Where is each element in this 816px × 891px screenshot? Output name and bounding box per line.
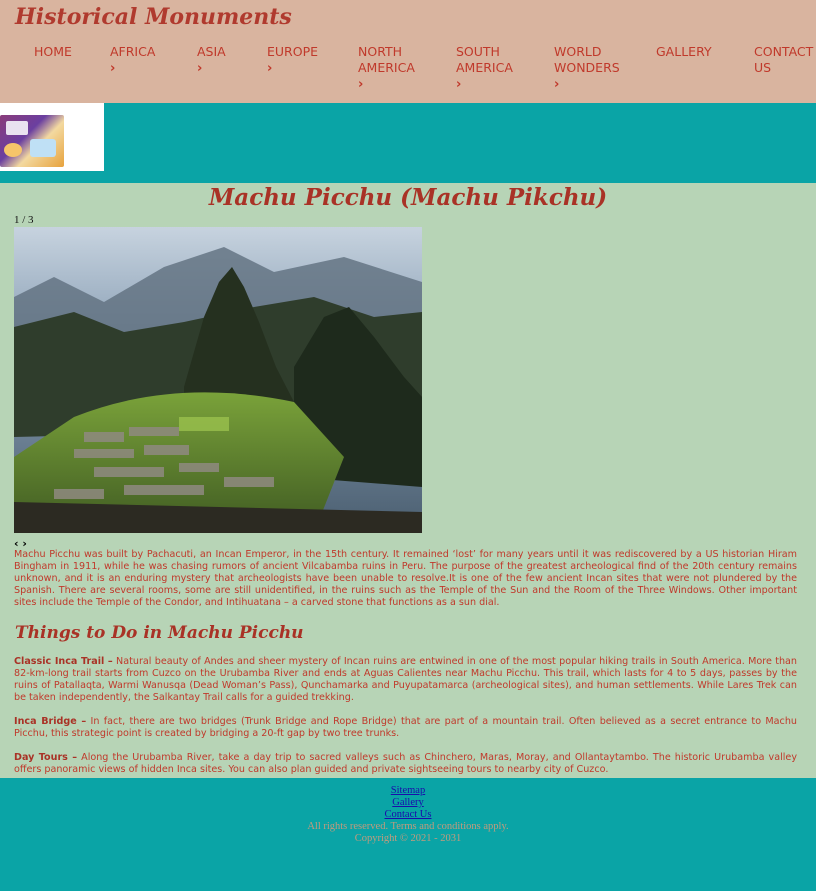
intro-paragraph: Machu Picchu was built by Pachacuti, an … bbox=[14, 549, 797, 608]
nav-label: NORTH AMERICA bbox=[358, 44, 415, 75]
nav-item-africa[interactable]: AFRICA › bbox=[110, 44, 155, 77]
nav-label: WORLD WONDERS bbox=[554, 44, 620, 75]
nav-item-south-america[interactable]: SOUTH AMERICA › bbox=[456, 44, 526, 93]
activity-text: In fact, there are two bridges (Trunk Br… bbox=[14, 716, 797, 739]
nav-item-world-wonders[interactable]: WORLD WONDERS › bbox=[554, 44, 624, 93]
nav-item-asia[interactable]: ASIA › bbox=[197, 44, 226, 77]
activity-title: Day Tours – bbox=[14, 752, 78, 763]
nav-label: SOUTH AMERICA bbox=[456, 44, 513, 75]
nav-label: EUROPE bbox=[267, 44, 319, 59]
site-title[interactable]: Historical Monuments bbox=[15, 4, 292, 30]
chevron-right-icon: › bbox=[267, 61, 273, 76]
machu-picchu-photo bbox=[14, 227, 422, 533]
nav-item-gallery[interactable]: GALLERY bbox=[656, 44, 712, 60]
nav-label: ASIA bbox=[197, 44, 226, 59]
footer-link-sitemap[interactable]: Sitemap bbox=[0, 785, 816, 797]
site-footer: Sitemap Gallery Contact Us All rights re… bbox=[0, 778, 816, 891]
activity-text: Along the Urubamba River, take a day tri… bbox=[14, 752, 797, 775]
chevron-right-icon: › bbox=[197, 61, 203, 76]
activity-title: Inca Bridge – bbox=[14, 716, 87, 727]
slideshow-image bbox=[14, 227, 422, 533]
footer-rights: All rights reserved. Terms and condition… bbox=[307, 821, 509, 832]
activity-text: Natural beauty of Andes and sheer myster… bbox=[14, 656, 798, 703]
nav-label: HOME bbox=[34, 44, 72, 59]
chevron-right-icon: › bbox=[110, 61, 116, 76]
thumbnail-image bbox=[0, 115, 64, 167]
nav-item-contact-us[interactable]: CONTACT US bbox=[754, 44, 816, 76]
section-title: Things to Do in Machu Picchu bbox=[15, 623, 304, 643]
nav-item-north-america[interactable]: NORTH AMERICA › bbox=[358, 44, 428, 93]
nav-label: GALLERY bbox=[656, 44, 712, 59]
chevron-right-icon: › bbox=[456, 77, 462, 92]
site-header: Historical Monuments HOME AFRICA › ASIA … bbox=[0, 0, 816, 103]
banner-thumbnail[interactable] bbox=[0, 103, 104, 171]
footer-link-gallery[interactable]: Gallery bbox=[0, 797, 816, 809]
nav-label: CONTACT US bbox=[754, 44, 814, 75]
chevron-right-icon: › bbox=[358, 77, 364, 92]
slide-counter: 1 / 3 bbox=[14, 214, 34, 226]
nav-label: AFRICA bbox=[110, 44, 156, 59]
banner-band bbox=[0, 103, 816, 183]
footer-copyright: Copyright © 2021 - 2031 bbox=[354, 833, 462, 844]
page-title: Machu Picchu (Machu Pikchu) bbox=[208, 184, 608, 211]
chevron-right-icon: › bbox=[554, 77, 560, 92]
activity-item: Inca Bridge – In fact, there are two bri… bbox=[14, 716, 797, 740]
activity-title: Classic Inca Trail – bbox=[14, 656, 113, 667]
footer-link-contact-us[interactable]: Contact Us bbox=[0, 809, 816, 821]
activity-item: Classic Inca Trail – Natural beauty of A… bbox=[14, 656, 797, 704]
nav-item-europe[interactable]: EUROPE › bbox=[267, 44, 318, 77]
nav-item-home[interactable]: HOME bbox=[34, 44, 72, 60]
activity-item: Day Tours – Along the Urubamba River, ta… bbox=[14, 752, 797, 776]
